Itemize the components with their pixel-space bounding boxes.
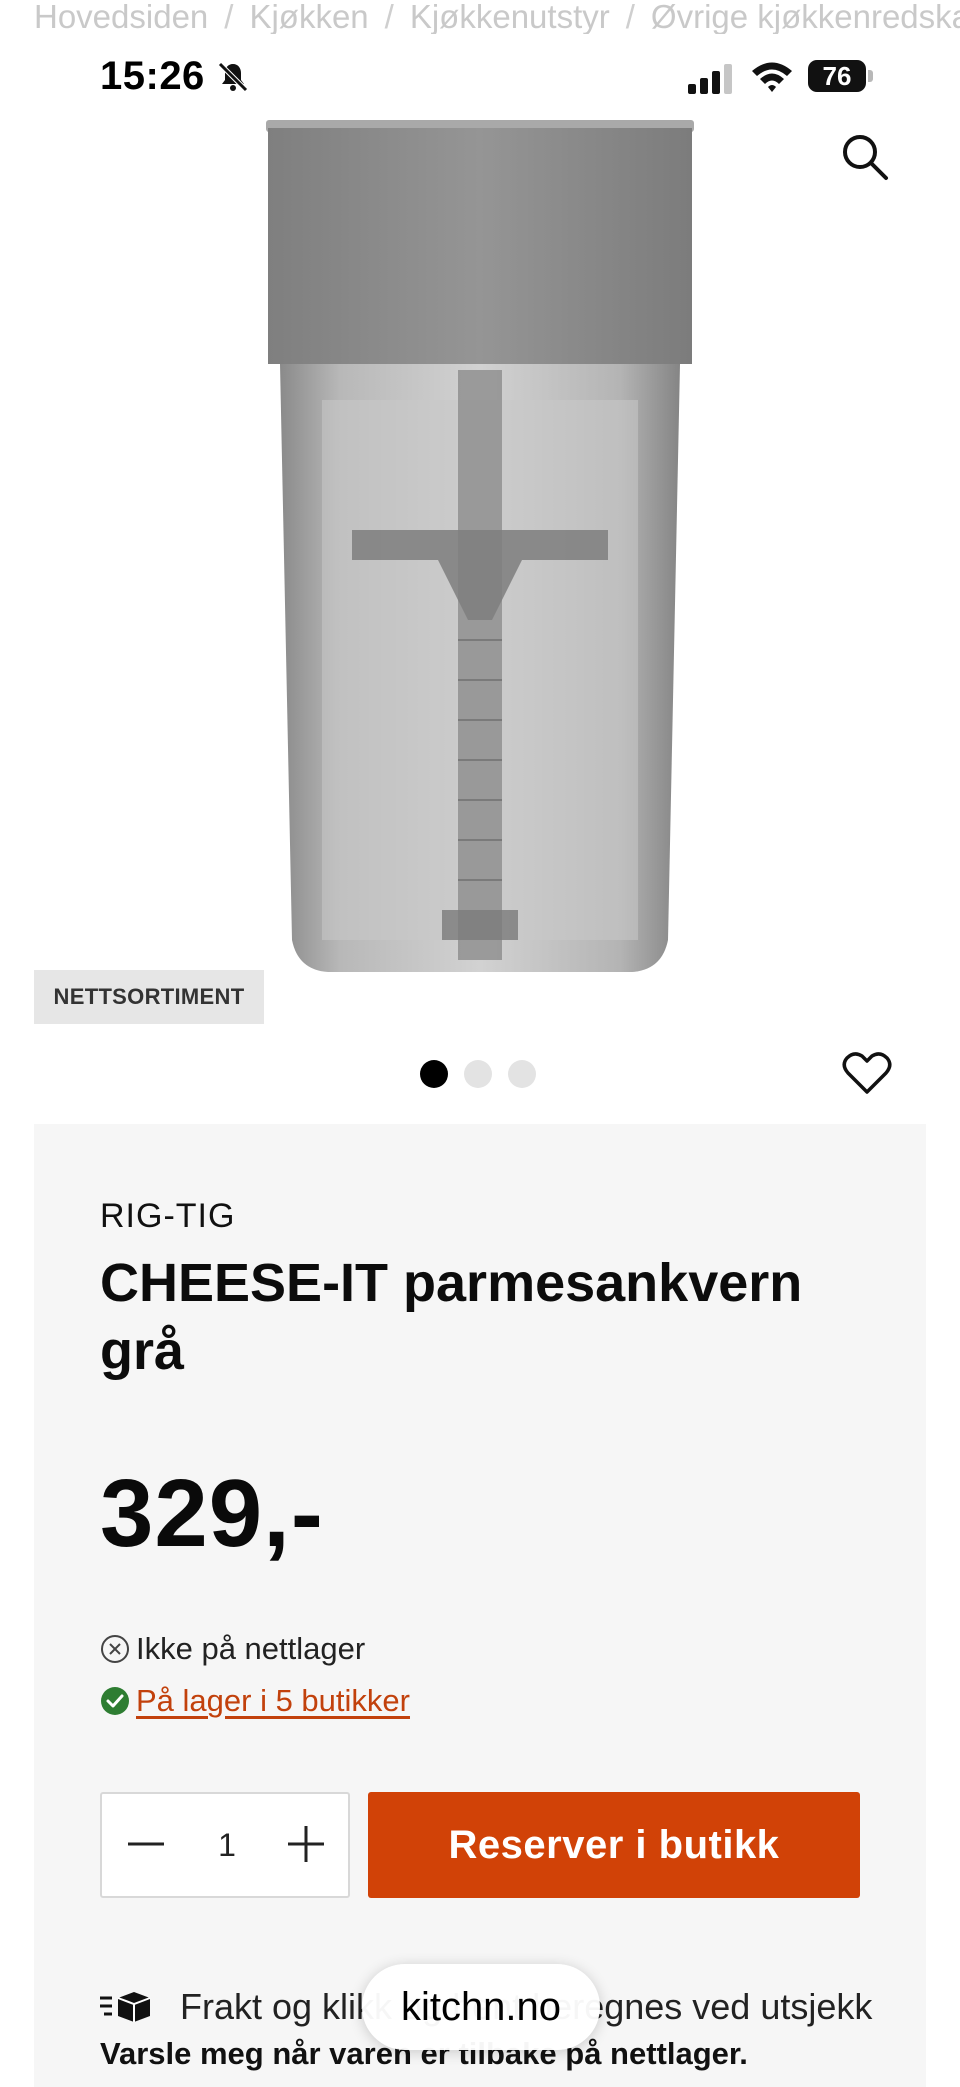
box-icon — [100, 1992, 151, 2022]
breadcrumb-item-kitchen-equipment[interactable]: Kjøkkenutstyr — [410, 0, 610, 34]
product-price: 329,- — [100, 1460, 324, 1567]
heart-icon[interactable] — [842, 1050, 892, 1096]
browser-url-bar[interactable]: kitchn.no — [362, 1964, 600, 2050]
plus-icon[interactable] — [284, 1822, 328, 1866]
breadcrumb: Hovedsiden / Kjøkken / Kjøkkenutstyr / Øvrige … — [34, 0, 960, 34]
breadcrumb-item-other-tools[interactable]: Øvrige kjøkkenredskaper — [651, 0, 960, 34]
breadcrumb-separator: / — [625, 0, 635, 34]
minus-icon[interactable] — [124, 1822, 168, 1866]
signal-icon — [688, 64, 732, 94]
carousel-dot-1[interactable] — [420, 1060, 448, 1088]
breadcrumb-separator: / — [384, 0, 394, 34]
online-stock-text: Ikke på nettlager — [136, 1631, 366, 1666]
product-brand[interactable]: RIG-TIG — [100, 1197, 235, 1236]
battery-icon: 76 — [808, 60, 866, 92]
breadcrumb-item-kitchen[interactable]: Kjøkken — [249, 0, 368, 34]
wifi-icon — [752, 62, 792, 92]
x-circle-icon — [101, 1635, 129, 1663]
check-circle-icon — [101, 1687, 129, 1715]
product-page: Hovedsiden / Kjøkken / Kjøkkenutstyr / Øvrige … — [0, 0, 960, 2087]
status-bar: 15:26 76 — [0, 44, 960, 114]
breadcrumb-item-home[interactable]: Hovedsiden — [34, 0, 208, 34]
product-title: CHEESE-IT parmesankvern grå — [100, 1253, 803, 1381]
quantity-stepper: 1 — [100, 1792, 350, 1898]
carousel-dot-3[interactable] — [508, 1060, 536, 1088]
bell-slash-icon — [218, 62, 248, 92]
carousel-dot-2[interactable] — [464, 1060, 492, 1088]
status-time: 15:26 — [100, 54, 205, 98]
breadcrumb-separator: / — [224, 0, 234, 34]
image-carousel-dots — [420, 1060, 536, 1090]
battery-cap — [868, 70, 873, 82]
product-info-panel: RIG-TIG CHEESE-IT parmesankvern grå 329,… — [34, 1124, 926, 2087]
quantity-value[interactable]: 1 — [197, 1794, 257, 1896]
store-stock-status: På lager i 5 butikker — [100, 1682, 410, 1720]
online-assortment-badge: NETTSORTIMENT — [34, 970, 264, 1024]
store-stock-link[interactable]: På lager i 5 butikker — [136, 1682, 410, 1720]
product-image[interactable] — [262, 120, 698, 980]
reserve-in-store-button[interactable]: Reserver i butikk — [368, 1792, 860, 1898]
search-icon[interactable] — [838, 130, 892, 184]
online-stock-status: Ikke på nettlager — [100, 1630, 365, 1668]
